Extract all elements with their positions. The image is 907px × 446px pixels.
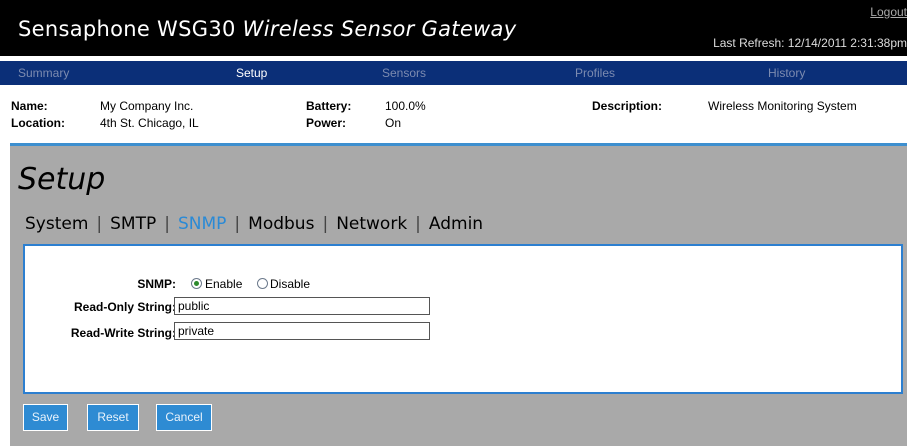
battery-label: Battery: [306, 99, 352, 113]
page-title: Setup [18, 162, 106, 197]
app-brand: Sensaphone WSG30 [18, 17, 236, 41]
nav-setup[interactable]: Setup [236, 66, 267, 80]
snmp-form [23, 244, 903, 394]
snmp-enable-label: Enable [205, 277, 243, 291]
nav-sensors[interactable]: Sensors [382, 66, 426, 80]
description-label: Description: [592, 99, 663, 113]
power-label: Power: [306, 116, 347, 130]
read-only-input[interactable] [174, 297, 430, 315]
snmp-enable-radio[interactable] [191, 278, 202, 289]
cancel-button[interactable]: Cancel [156, 404, 212, 431]
main-nav: Summary Setup Sensors Profiles History [0, 61, 907, 85]
tab-separator: | [415, 214, 421, 234]
tab-snmp[interactable]: SNMP [178, 214, 226, 234]
logout-link[interactable]: Logout [870, 5, 907, 19]
top-header: Sensaphone WSG30 Wireless Sensor Gateway… [0, 0, 907, 56]
snmp-disable-label: Disable [270, 277, 311, 291]
setup-tabs: System | SMTP | SNMP | Modbus | Network | Admin [25, 214, 483, 234]
battery-value: 100.0% [385, 99, 426, 113]
snmp-disable-radio[interactable] [257, 278, 268, 289]
save-button[interactable]: Save [23, 404, 68, 431]
app-title: Sensaphone WSG30 Wireless Sensor Gateway [18, 17, 516, 41]
snmp-label: SNMP: [137, 277, 176, 291]
location-value: 4th St. Chicago, IL [100, 116, 199, 130]
name-label: Name: [11, 99, 48, 113]
location-label: Location: [11, 116, 65, 130]
tab-network[interactable]: Network [336, 214, 407, 234]
read-write-input[interactable] [174, 322, 430, 340]
description-value: Wireless Monitoring System [708, 99, 857, 113]
nav-profiles[interactable]: Profiles [575, 66, 615, 80]
name-value: My Company Inc. [100, 99, 194, 113]
reset-button[interactable]: Reset [87, 404, 139, 431]
read-only-label: Read-Only String: [73, 300, 176, 314]
tab-admin[interactable]: Admin [429, 214, 483, 234]
tab-separator: | [322, 214, 329, 234]
read-write-label: Read-Write String: [70, 326, 176, 340]
nav-history[interactable]: History [768, 66, 805, 80]
tab-separator: | [234, 214, 241, 234]
tab-smtp[interactable]: SMTP [110, 214, 156, 234]
tab-modbus[interactable]: Modbus [248, 214, 314, 234]
tab-separator: | [164, 214, 170, 234]
power-value: On [385, 116, 402, 130]
last-refresh-text: Last Refresh: 12/14/2011 2:31:38pm [713, 36, 907, 50]
nav-summary[interactable]: Summary [18, 66, 69, 80]
app-subtitle: Wireless Sensor Gateway [242, 17, 517, 41]
tab-separator: | [96, 214, 103, 234]
tab-system[interactable]: System [25, 214, 88, 234]
